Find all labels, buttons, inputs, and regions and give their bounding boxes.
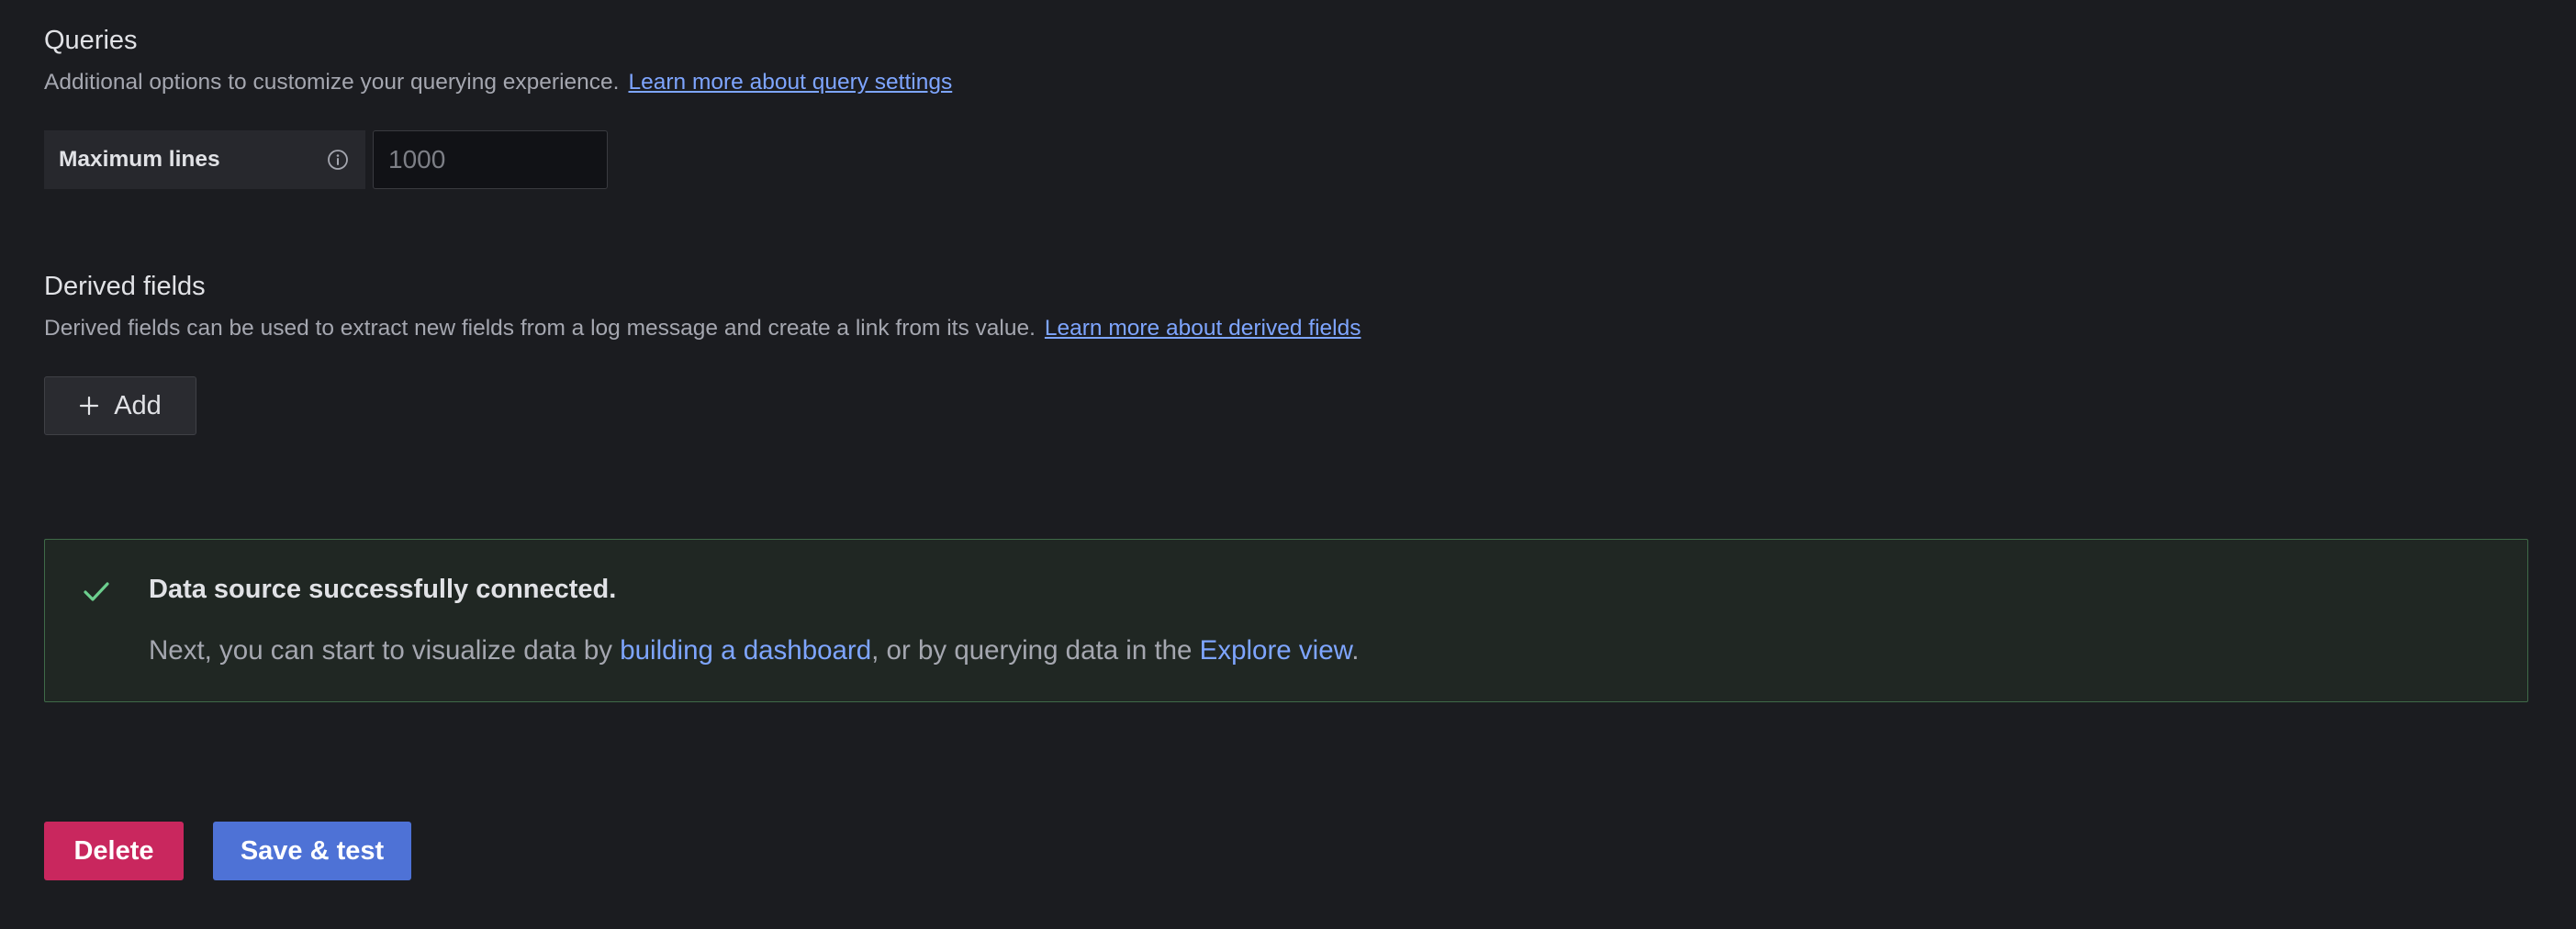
check-icon (82, 576, 111, 606)
delete-button[interactable]: Delete (44, 822, 184, 880)
maximum-lines-field: Maximum lines (44, 130, 608, 189)
queries-section-description: Additional options to customize your que… (44, 70, 952, 95)
alert-title: Data source successfully connected. (149, 575, 617, 604)
building-dashboard-link[interactable]: building a dashboard (620, 635, 871, 666)
alert-body-prefix: Next, you can start to visualize data by (149, 635, 621, 666)
derived-fields-description-text: Derived fields can be used to extract ne… (44, 316, 1036, 341)
save-and-test-button[interactable]: Save & test (213, 822, 411, 880)
queries-description-text: Additional options to customize your que… (44, 70, 620, 95)
maximum-lines-label: Maximum lines (59, 147, 220, 172)
maximum-lines-label-box: Maximum lines (44, 130, 365, 189)
datasource-settings-page: Queries Additional options to customize … (0, 0, 2576, 929)
alert-body-middle: , or by querying data in the (871, 635, 1200, 666)
derived-fields-section-description: Derived fields can be used to extract ne… (44, 316, 1361, 341)
plus-icon (79, 396, 99, 416)
query-settings-learn-more-link[interactable]: Learn more about query settings (628, 70, 952, 95)
queries-section-title: Queries (44, 26, 138, 55)
add-button-label: Add (114, 390, 162, 420)
derived-fields-section-title: Derived fields (44, 272, 206, 301)
add-derived-field-button[interactable]: Add (44, 376, 196, 435)
derived-fields-learn-more-link[interactable]: Learn more about derived fields (1045, 316, 1361, 341)
alert-body: Next, you can start to visualize data by… (149, 635, 1359, 666)
maximum-lines-input[interactable] (373, 130, 608, 189)
alert-body-suffix: . (1351, 635, 1360, 666)
connection-success-alert: Data source successfully connected. Next… (44, 539, 2528, 702)
info-icon[interactable] (327, 149, 349, 171)
explore-view-link[interactable]: Explore view (1200, 635, 1352, 666)
